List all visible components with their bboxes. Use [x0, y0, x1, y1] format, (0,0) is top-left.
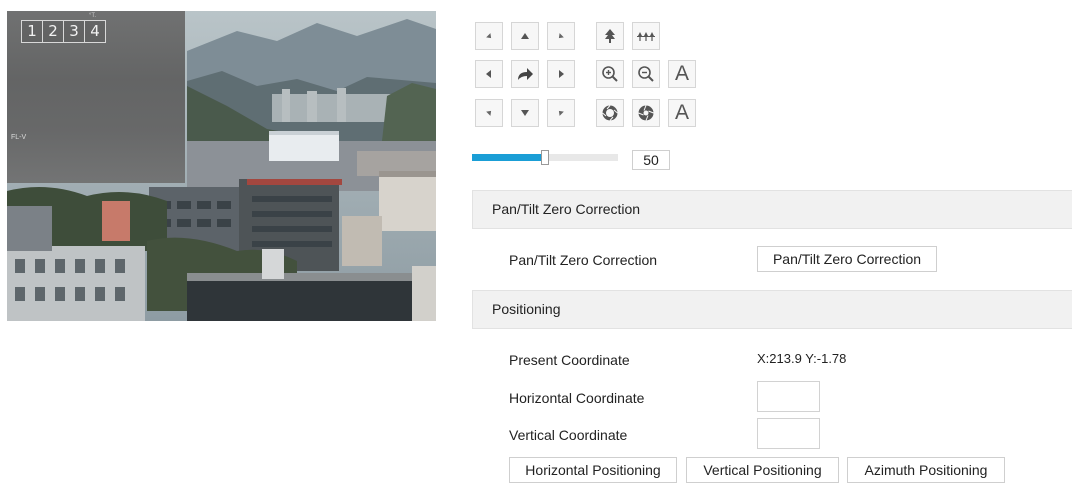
focus-far-button[interactable]: [632, 22, 660, 50]
channel-tab-2[interactable]: 2: [42, 20, 64, 43]
iris-open-button[interactable]: [596, 99, 624, 127]
arrow-down-right-icon: [558, 110, 564, 116]
horizontal-coordinate-input[interactable]: [757, 381, 820, 412]
vertical-coordinate-label: Vertical Coordinate: [509, 427, 628, 443]
tilt-up-button[interactable]: [511, 22, 539, 50]
arrow-right-icon: [559, 70, 564, 78]
speed-slider[interactable]: [472, 150, 618, 165]
focus-near-button[interactable]: [596, 22, 624, 50]
speed-slider-fill: [472, 154, 545, 161]
focus-far-icon: [637, 32, 655, 41]
focus-near-icon: [605, 29, 615, 43]
present-coordinate-label: Present Coordinate: [509, 352, 630, 368]
auto-zoom-label: A: [674, 62, 689, 85]
pan-right-button[interactable]: [547, 60, 575, 88]
pan-down-left-button[interactable]: [475, 99, 503, 127]
iris-close-button[interactable]: [632, 99, 660, 127]
horizontal-coordinate-label: Horizontal Coordinate: [509, 390, 645, 406]
iris-open-icon: [602, 105, 618, 121]
auto-zoom-button[interactable]: A: [668, 60, 696, 88]
auto-pan-button[interactable]: [511, 60, 539, 88]
arrow-up-left-icon: [486, 33, 492, 39]
channel-tab-4[interactable]: 4: [84, 20, 106, 43]
zero-correction-header: Pan/Tilt Zero Correction: [472, 190, 1072, 229]
zero-correction-button[interactable]: Pan/Tilt Zero Correction: [757, 246, 937, 272]
iris-close-icon: [638, 105, 654, 121]
pan-down-right-button[interactable]: [547, 99, 575, 127]
channel-tab-1[interactable]: 1: [21, 20, 43, 43]
zero-correction-label: Pan/Tilt Zero Correction: [509, 252, 658, 268]
present-coordinate-value: X:213.9 Y:-1.78: [757, 351, 847, 366]
zoom-out-icon: [638, 66, 654, 82]
pan-up-left-button[interactable]: [475, 22, 503, 50]
auto-iris-label: A: [674, 101, 689, 124]
speed-value: 50: [632, 150, 670, 170]
auto-iris-button[interactable]: A: [668, 99, 696, 127]
azimuth-positioning-button[interactable]: Azimuth Positioning: [847, 457, 1005, 483]
pan-up-right-button[interactable]: [547, 22, 575, 50]
zoom-in-icon: [602, 66, 618, 82]
positioning-header: Positioning: [472, 290, 1072, 329]
vertical-coordinate-input[interactable]: [757, 418, 820, 449]
video-preview[interactable]: °T. FL-V 1 2 3 4: [7, 11, 436, 321]
vertical-positioning-button[interactable]: Vertical Positioning: [686, 457, 839, 483]
overlay-mark-left: FL-V: [11, 134, 27, 141]
horizontal-positioning-button[interactable]: Horizontal Positioning: [509, 457, 677, 483]
arrow-up-right-icon: [558, 33, 564, 39]
pan-left-button[interactable]: [475, 60, 503, 88]
zoom-out-button[interactable]: [632, 60, 660, 88]
arrow-left-icon: [486, 70, 491, 78]
zoom-in-button[interactable]: [596, 60, 624, 88]
channel-tab-3[interactable]: 3: [63, 20, 85, 43]
arrow-down-left-icon: [486, 110, 492, 116]
arrow-up-icon: [521, 33, 529, 39]
auto-pan-icon: [518, 68, 533, 80]
arrow-down-icon: [521, 110, 529, 116]
speed-slider-thumb[interactable]: [541, 150, 549, 165]
channel-tabs: 1 2 3 4: [21, 20, 106, 43]
overlay-mark-top: °T.: [89, 13, 97, 19]
tilt-down-button[interactable]: [511, 99, 539, 127]
